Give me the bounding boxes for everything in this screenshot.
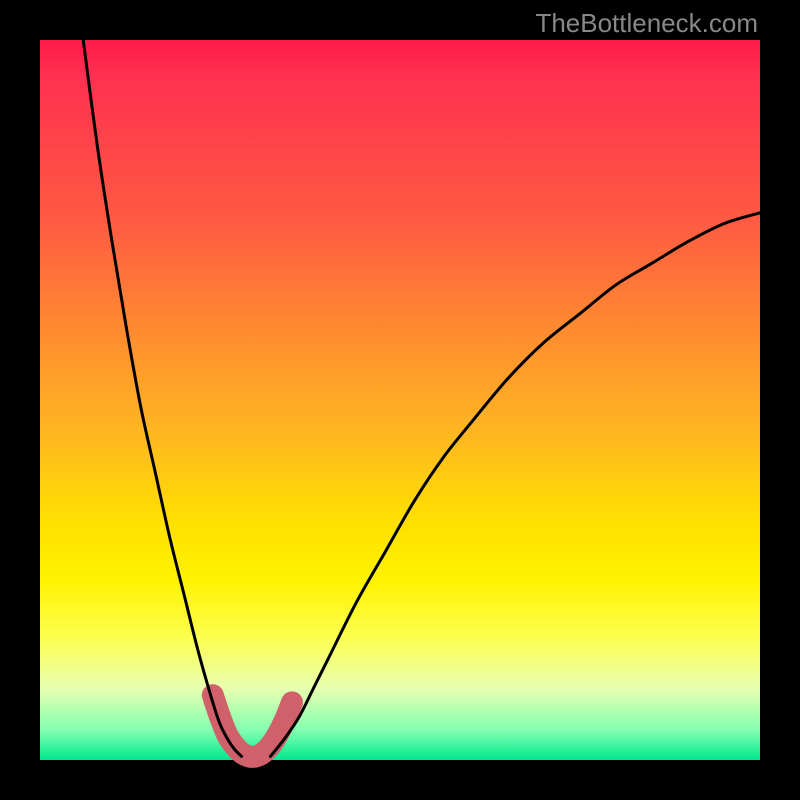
chart-svg	[40, 40, 760, 760]
plot-area	[40, 40, 760, 760]
right-curve	[270, 213, 760, 757]
attribution-text: TheBottleneck.com	[535, 8, 758, 39]
left-curve	[83, 40, 241, 756]
chart-container: TheBottleneck.com	[0, 0, 800, 800]
highlight-band	[213, 695, 292, 757]
